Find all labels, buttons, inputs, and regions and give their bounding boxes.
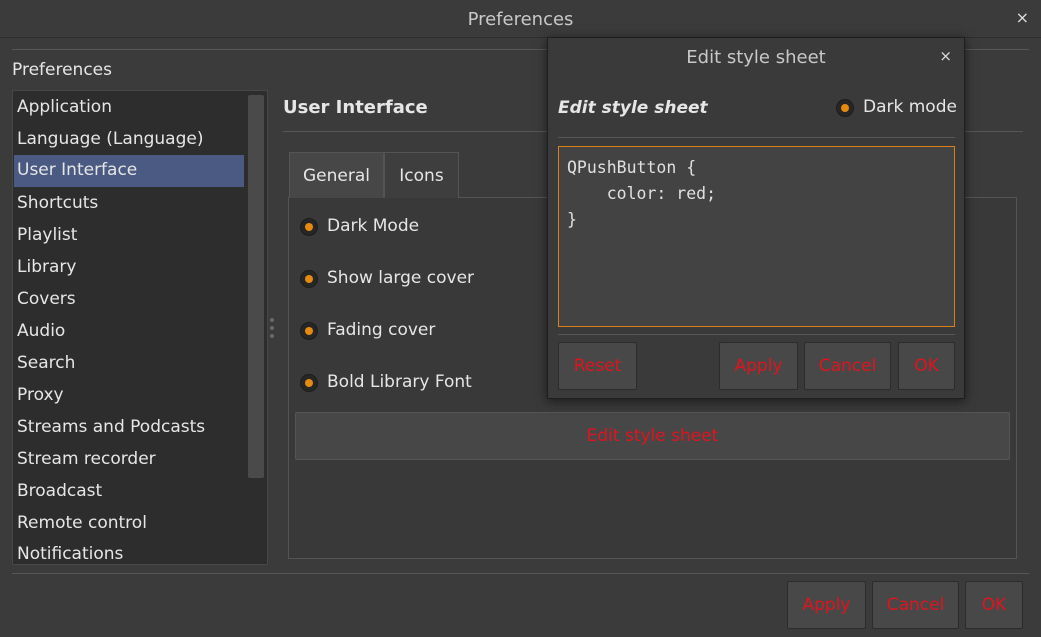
option-label: Bold Library Font	[327, 372, 472, 392]
tab-general[interactable]: General	[289, 152, 384, 198]
sidebar-item-shortcuts[interactable]: Shortcuts	[14, 188, 244, 220]
window-titlebar: Preferences ×	[0, 0, 1041, 38]
radio-button-icon[interactable]	[300, 374, 318, 392]
sidebar-scrollbar-thumb[interactable]	[248, 95, 264, 478]
window-title: Preferences	[467, 9, 574, 30]
sidebar-item-application[interactable]: Application	[14, 92, 244, 124]
sidebar-item-remote-control[interactable]: Remote control	[14, 508, 244, 540]
sidebar-item-playlist[interactable]: Playlist	[14, 220, 244, 252]
sidebar-item-notifications[interactable]: Notifications	[14, 539, 244, 564]
edit-style-sheet-button[interactable]: Edit style sheet	[295, 412, 1010, 460]
stylesheet-editor[interactable]: QPushButton { color: red; }	[558, 146, 955, 327]
option-label: Dark Mode	[327, 216, 420, 236]
sidebar-item-broadcast[interactable]: Broadcast	[14, 476, 244, 508]
sidebar-item-stream-recorder[interactable]: Stream recorder	[14, 444, 244, 476]
dialog-apply-button[interactable]: Apply	[719, 342, 798, 390]
sidebar-item-library[interactable]: Library	[14, 252, 244, 284]
sidebar-item-proxy[interactable]: Proxy	[14, 380, 244, 412]
dialog-ok-button[interactable]: OK	[898, 342, 955, 390]
dialog-cancel-button[interactable]: Cancel	[804, 342, 891, 390]
cancel-button[interactable]: Cancel	[872, 581, 959, 629]
sidebar-item-user-interface[interactable]: User Interface	[14, 155, 244, 187]
sidebar-item-search[interactable]: Search	[14, 348, 244, 380]
radio-button-icon[interactable]	[836, 99, 854, 117]
dialog-titlebar: Edit style sheet ×	[548, 38, 964, 76]
sidebar-section-label: Preferences	[12, 60, 112, 80]
sidebar-item-covers[interactable]: Covers	[14, 284, 244, 316]
dialog-heading: Edit style sheet	[558, 98, 708, 118]
dialog-buttons-divider	[558, 334, 955, 335]
dialog-dark-mode-label: Dark mode	[863, 97, 957, 117]
splitter-handle-icon[interactable]	[269, 318, 275, 340]
dialog-title: Edit style sheet	[686, 47, 826, 68]
sidebar-item-streams-and-podcasts[interactable]: Streams and Podcasts	[14, 412, 244, 444]
sidebar-item-language[interactable]: Language (Language)	[14, 124, 244, 156]
ok-button[interactable]: OK	[965, 581, 1023, 629]
option-label: Fading cover	[327, 320, 436, 340]
apply-button[interactable]: Apply	[787, 581, 866, 629]
edit-style-sheet-dialog: Edit style sheet × Edit style sheet Dark…	[547, 37, 965, 399]
page-title: User Interface	[283, 97, 428, 118]
close-icon[interactable]: ×	[939, 47, 952, 65]
footer-divider	[12, 573, 1029, 574]
tab-icons[interactable]: Icons	[384, 152, 459, 198]
sidebar-item-audio[interactable]: Audio	[14, 316, 244, 348]
sidebar-list[interactable]: Application Language (Language) User Int…	[12, 90, 268, 565]
option-label: Show large cover	[327, 268, 475, 288]
close-icon[interactable]: ×	[1016, 8, 1029, 27]
dialog-heading-divider	[558, 137, 955, 138]
radio-button-icon[interactable]	[300, 218, 318, 236]
reset-button[interactable]: Reset	[558, 342, 637, 390]
radio-button-icon[interactable]	[300, 270, 318, 288]
radio-button-icon[interactable]	[300, 322, 318, 340]
